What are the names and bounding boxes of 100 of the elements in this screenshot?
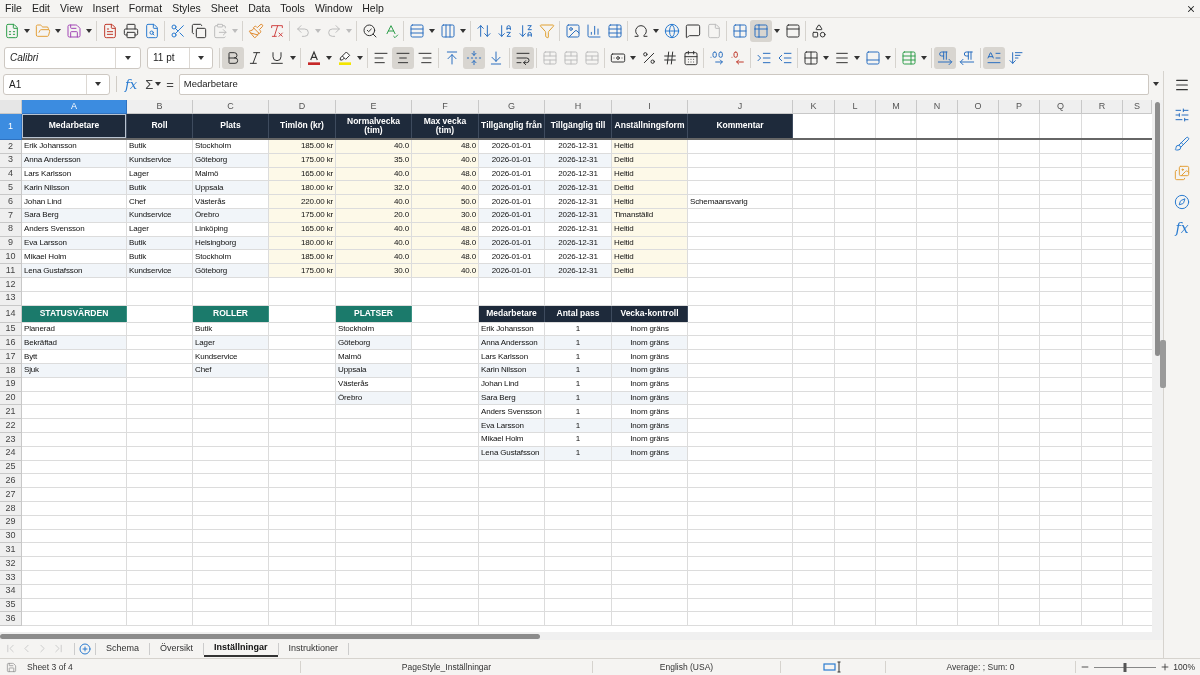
sheet-tab[interactable]: Inställningar xyxy=(204,640,278,657)
caret-down-icon[interactable] xyxy=(125,55,131,60)
zoom-slider[interactable] xyxy=(1094,662,1156,672)
caret-down-icon[interactable] xyxy=(95,82,101,86)
menu-item[interactable]: Edit xyxy=(26,0,55,17)
column-header[interactable]: S xyxy=(1123,100,1152,114)
menu-item[interactable]: Format xyxy=(123,0,168,17)
caret-down-icon[interactable] xyxy=(24,29,30,33)
wrap-text-button[interactable] xyxy=(512,46,534,69)
add-decimal-icon[interactable] xyxy=(708,49,725,66)
caret-down-icon[interactable] xyxy=(198,55,204,60)
menu-item[interactable]: Sheet xyxy=(205,0,244,17)
row-header[interactable]: 16 xyxy=(0,336,22,351)
font-color-icon[interactable] xyxy=(305,49,322,66)
compass-icon[interactable] xyxy=(1174,194,1190,210)
caret-down-icon[interactable] xyxy=(1153,82,1159,86)
column-header[interactable]: L xyxy=(835,100,876,114)
table-icon[interactable] xyxy=(606,23,623,39)
column-header[interactable]: J xyxy=(688,100,793,114)
clipboard-icon[interactable] xyxy=(211,23,228,39)
row-header[interactable]: 10 xyxy=(0,250,22,265)
scrollbar-thumb[interactable] xyxy=(0,633,540,639)
column-header[interactable]: H xyxy=(545,100,612,114)
caret-down-icon[interactable] xyxy=(823,55,829,60)
brush-icon[interactable] xyxy=(1174,136,1190,152)
shapes-icon[interactable] xyxy=(810,23,827,39)
row-header[interactable]: 22 xyxy=(0,419,22,433)
align-center-button[interactable] xyxy=(392,46,414,69)
left-to-right-button[interactable] xyxy=(934,46,956,69)
column-header[interactable]: O xyxy=(958,100,999,114)
row-header[interactable]: 5 xyxy=(0,181,22,196)
menu-icon[interactable] xyxy=(1174,77,1190,93)
row-header[interactable]: 31 xyxy=(0,543,22,558)
caret-down-icon[interactable] xyxy=(630,55,636,60)
row-header[interactable]: 26 xyxy=(0,474,22,489)
caret-down-icon[interactable] xyxy=(774,29,780,33)
row-header[interactable]: 2 xyxy=(0,140,22,154)
page-style[interactable]: PageStyle_Inställningar xyxy=(301,660,592,674)
caret-down-icon[interactable] xyxy=(653,29,659,33)
highlighter-icon[interactable] xyxy=(336,49,353,66)
scrollbar-thumb[interactable] xyxy=(1155,102,1160,356)
column-header[interactable]: G xyxy=(479,100,545,114)
column-header[interactable]: M xyxy=(876,100,917,114)
row-header[interactable]: 21 xyxy=(0,405,22,420)
font-name-field[interactable]: Calibri xyxy=(4,46,141,69)
horizontal-scrollbar[interactable] xyxy=(0,632,1163,640)
printer-icon[interactable] xyxy=(122,23,139,39)
column-header[interactable]: C xyxy=(193,100,269,114)
percent-icon[interactable] xyxy=(640,49,657,66)
caret-down-icon[interactable] xyxy=(357,55,363,60)
image-icon[interactable] xyxy=(564,23,581,39)
formula-input[interactable]: Medarbetare xyxy=(178,73,1149,95)
caret-down-icon[interactable] xyxy=(326,55,332,60)
menu-item[interactable]: Insert xyxy=(87,0,124,17)
menu-item[interactable]: Styles xyxy=(167,0,206,17)
caret-down-icon[interactable] xyxy=(155,82,162,86)
sliders-icon[interactable] xyxy=(1174,107,1190,123)
row-header[interactable]: 36 xyxy=(0,612,22,627)
grid-icon[interactable] xyxy=(802,49,819,66)
text-horizontal-button[interactable] xyxy=(983,46,1005,69)
column-header[interactable]: E xyxy=(336,100,412,114)
save-icon[interactable] xyxy=(65,23,82,39)
rectangle-cursor-icon[interactable] xyxy=(823,661,843,673)
font-size-field[interactable]: 11 pt xyxy=(147,46,213,69)
sort-ascending-icon[interactable] xyxy=(496,23,513,39)
bar-chart-icon[interactable] xyxy=(585,23,602,39)
caret-down-icon[interactable] xyxy=(460,29,466,33)
caret-down-icon[interactable] xyxy=(86,29,92,33)
function-wizard[interactable]: fx xyxy=(125,77,138,91)
caret-down-icon[interactable] xyxy=(854,55,860,60)
search-icon[interactable] xyxy=(361,23,378,39)
sheet-tab[interactable]: Schema xyxy=(96,640,150,657)
column-header[interactable]: D xyxy=(269,100,336,114)
formula-sign[interactable]: = xyxy=(166,77,174,91)
menu-item[interactable]: View xyxy=(55,0,88,17)
caret-down-icon[interactable] xyxy=(885,55,891,60)
language[interactable]: English (USA) xyxy=(593,660,780,674)
paintbrush-icon[interactable] xyxy=(247,23,264,39)
copy-icon[interactable] xyxy=(190,23,207,39)
omega-icon[interactable] xyxy=(632,23,649,39)
functions-tab[interactable]: fx xyxy=(1175,221,1189,235)
menu-item[interactable]: Tools xyxy=(275,0,310,17)
document-search-icon[interactable] xyxy=(143,23,160,39)
caret-down-icon[interactable] xyxy=(55,29,61,33)
column-header[interactable]: Q xyxy=(1040,100,1082,114)
menu-item[interactable]: Window xyxy=(309,0,358,17)
align-middle-button[interactable] xyxy=(463,46,485,69)
autosum[interactable]: Σ xyxy=(145,77,154,91)
column-header[interactable]: P xyxy=(999,100,1040,114)
save-icon[interactable] xyxy=(5,661,17,673)
row-header[interactable]: 6 xyxy=(0,195,22,209)
menu-item[interactable]: Data xyxy=(243,0,276,17)
caret-down-icon[interactable] xyxy=(429,29,435,33)
delete-decimal-icon[interactable] xyxy=(729,49,746,66)
images-icon[interactable] xyxy=(1174,165,1190,181)
sort-descending-icon[interactable] xyxy=(517,23,534,39)
sheet-tab[interactable]: Instruktioner xyxy=(278,640,349,657)
comment-icon[interactable] xyxy=(684,23,701,39)
scissors-icon[interactable] xyxy=(169,23,186,39)
vertical-scrollbar[interactable] xyxy=(1152,100,1163,632)
